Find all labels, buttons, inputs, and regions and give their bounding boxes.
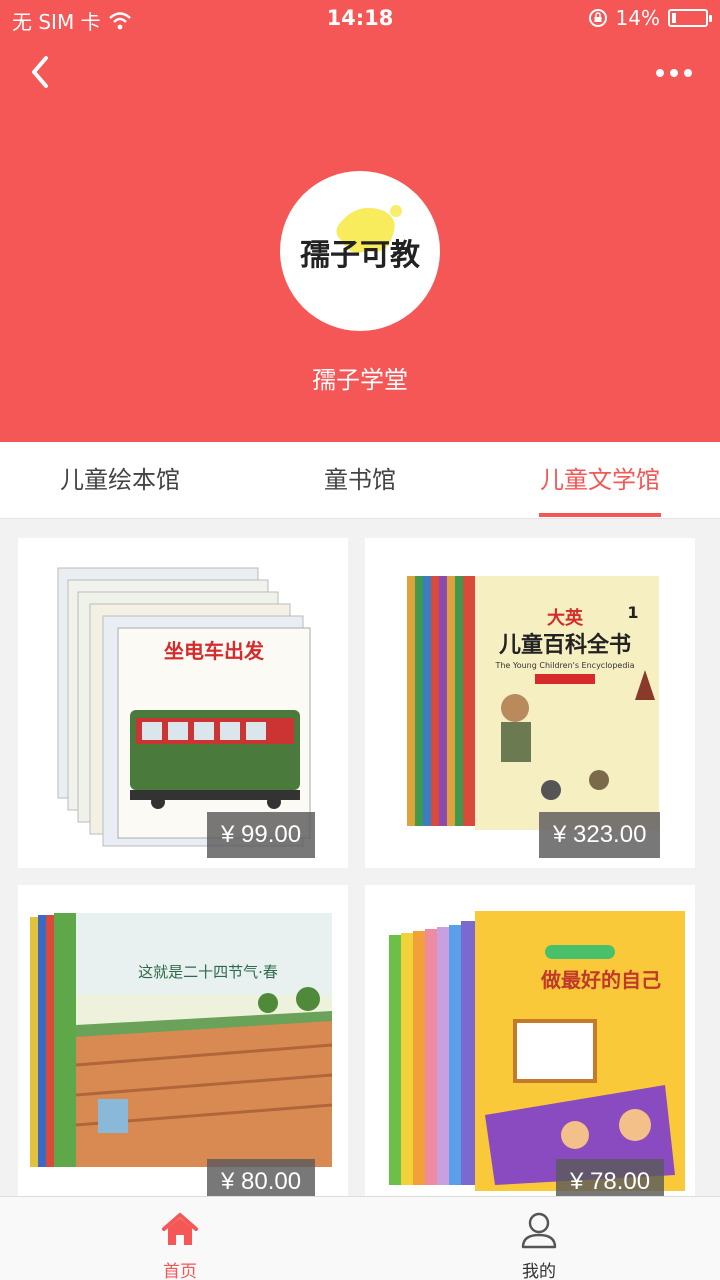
product-price: ¥ 323.00: [539, 812, 661, 858]
svg-text:The Young Children's Encyclope: The Young Children's Encyclopedia: [494, 661, 634, 670]
product-card[interactable]: 大英 1 儿童百科全书 The Young Children's Encyclo…: [365, 538, 695, 868]
tab-literature[interactable]: 儿童文学馆: [520, 442, 680, 519]
battery-icon: [668, 9, 712, 27]
tab-books[interactable]: 童书馆: [280, 442, 440, 519]
nav-home[interactable]: 首页: [120, 1197, 240, 1280]
book-title: 做最好的自己: [540, 968, 661, 992]
orientation-lock-icon: [588, 9, 607, 27]
nav-profile[interactable]: 我的: [479, 1197, 599, 1280]
book-title: 儿童百科全书: [498, 632, 631, 658]
svg-text:1: 1: [627, 603, 638, 622]
product-price: ¥ 99.00: [207, 812, 316, 858]
category-tabs: 儿童绘本馆 童书馆 儿童文学馆: [0, 442, 720, 519]
svg-text:大英: 大英: [547, 607, 584, 629]
home-icon: [162, 1213, 198, 1245]
bottom-navigation: 首页 我的: [0, 1196, 720, 1280]
logo-text: 孺子可教: [300, 238, 420, 273]
book-title: 这就是二十四节气·春: [138, 963, 278, 981]
tab-picture-books[interactable]: 儿童绘本馆: [40, 442, 200, 519]
book-title: 坐电车出发: [164, 639, 265, 663]
product-card[interactable]: 这就是二十四节气·春 ¥ 80.00: [18, 885, 348, 1215]
shop-avatar: 孺子可教: [280, 171, 440, 331]
product-card[interactable]: 做最好的自己 ¥ 78.00: [365, 885, 695, 1215]
shop-logo: 孺子可教: [300, 205, 420, 273]
more-options-button[interactable]: [654, 58, 694, 88]
battery-percent: 14%: [615, 6, 660, 30]
nav-home-label: 首页: [163, 1262, 197, 1280]
status-bar: 无 SIM 卡 14:18 14%: [0, 0, 720, 38]
nav-profile-label: 我的: [522, 1262, 556, 1280]
back-button[interactable]: [22, 52, 62, 92]
active-tab-indicator: [539, 513, 661, 517]
product-card[interactable]: 坐电车出发 ¥ 99.00: [18, 538, 348, 868]
user-icon: [521, 1212, 557, 1249]
shop-header: 无 SIM 卡 14:18 14% 孺子可教 孺子学堂: [0, 0, 720, 442]
shop-name: 孺子学堂: [312, 366, 408, 394]
